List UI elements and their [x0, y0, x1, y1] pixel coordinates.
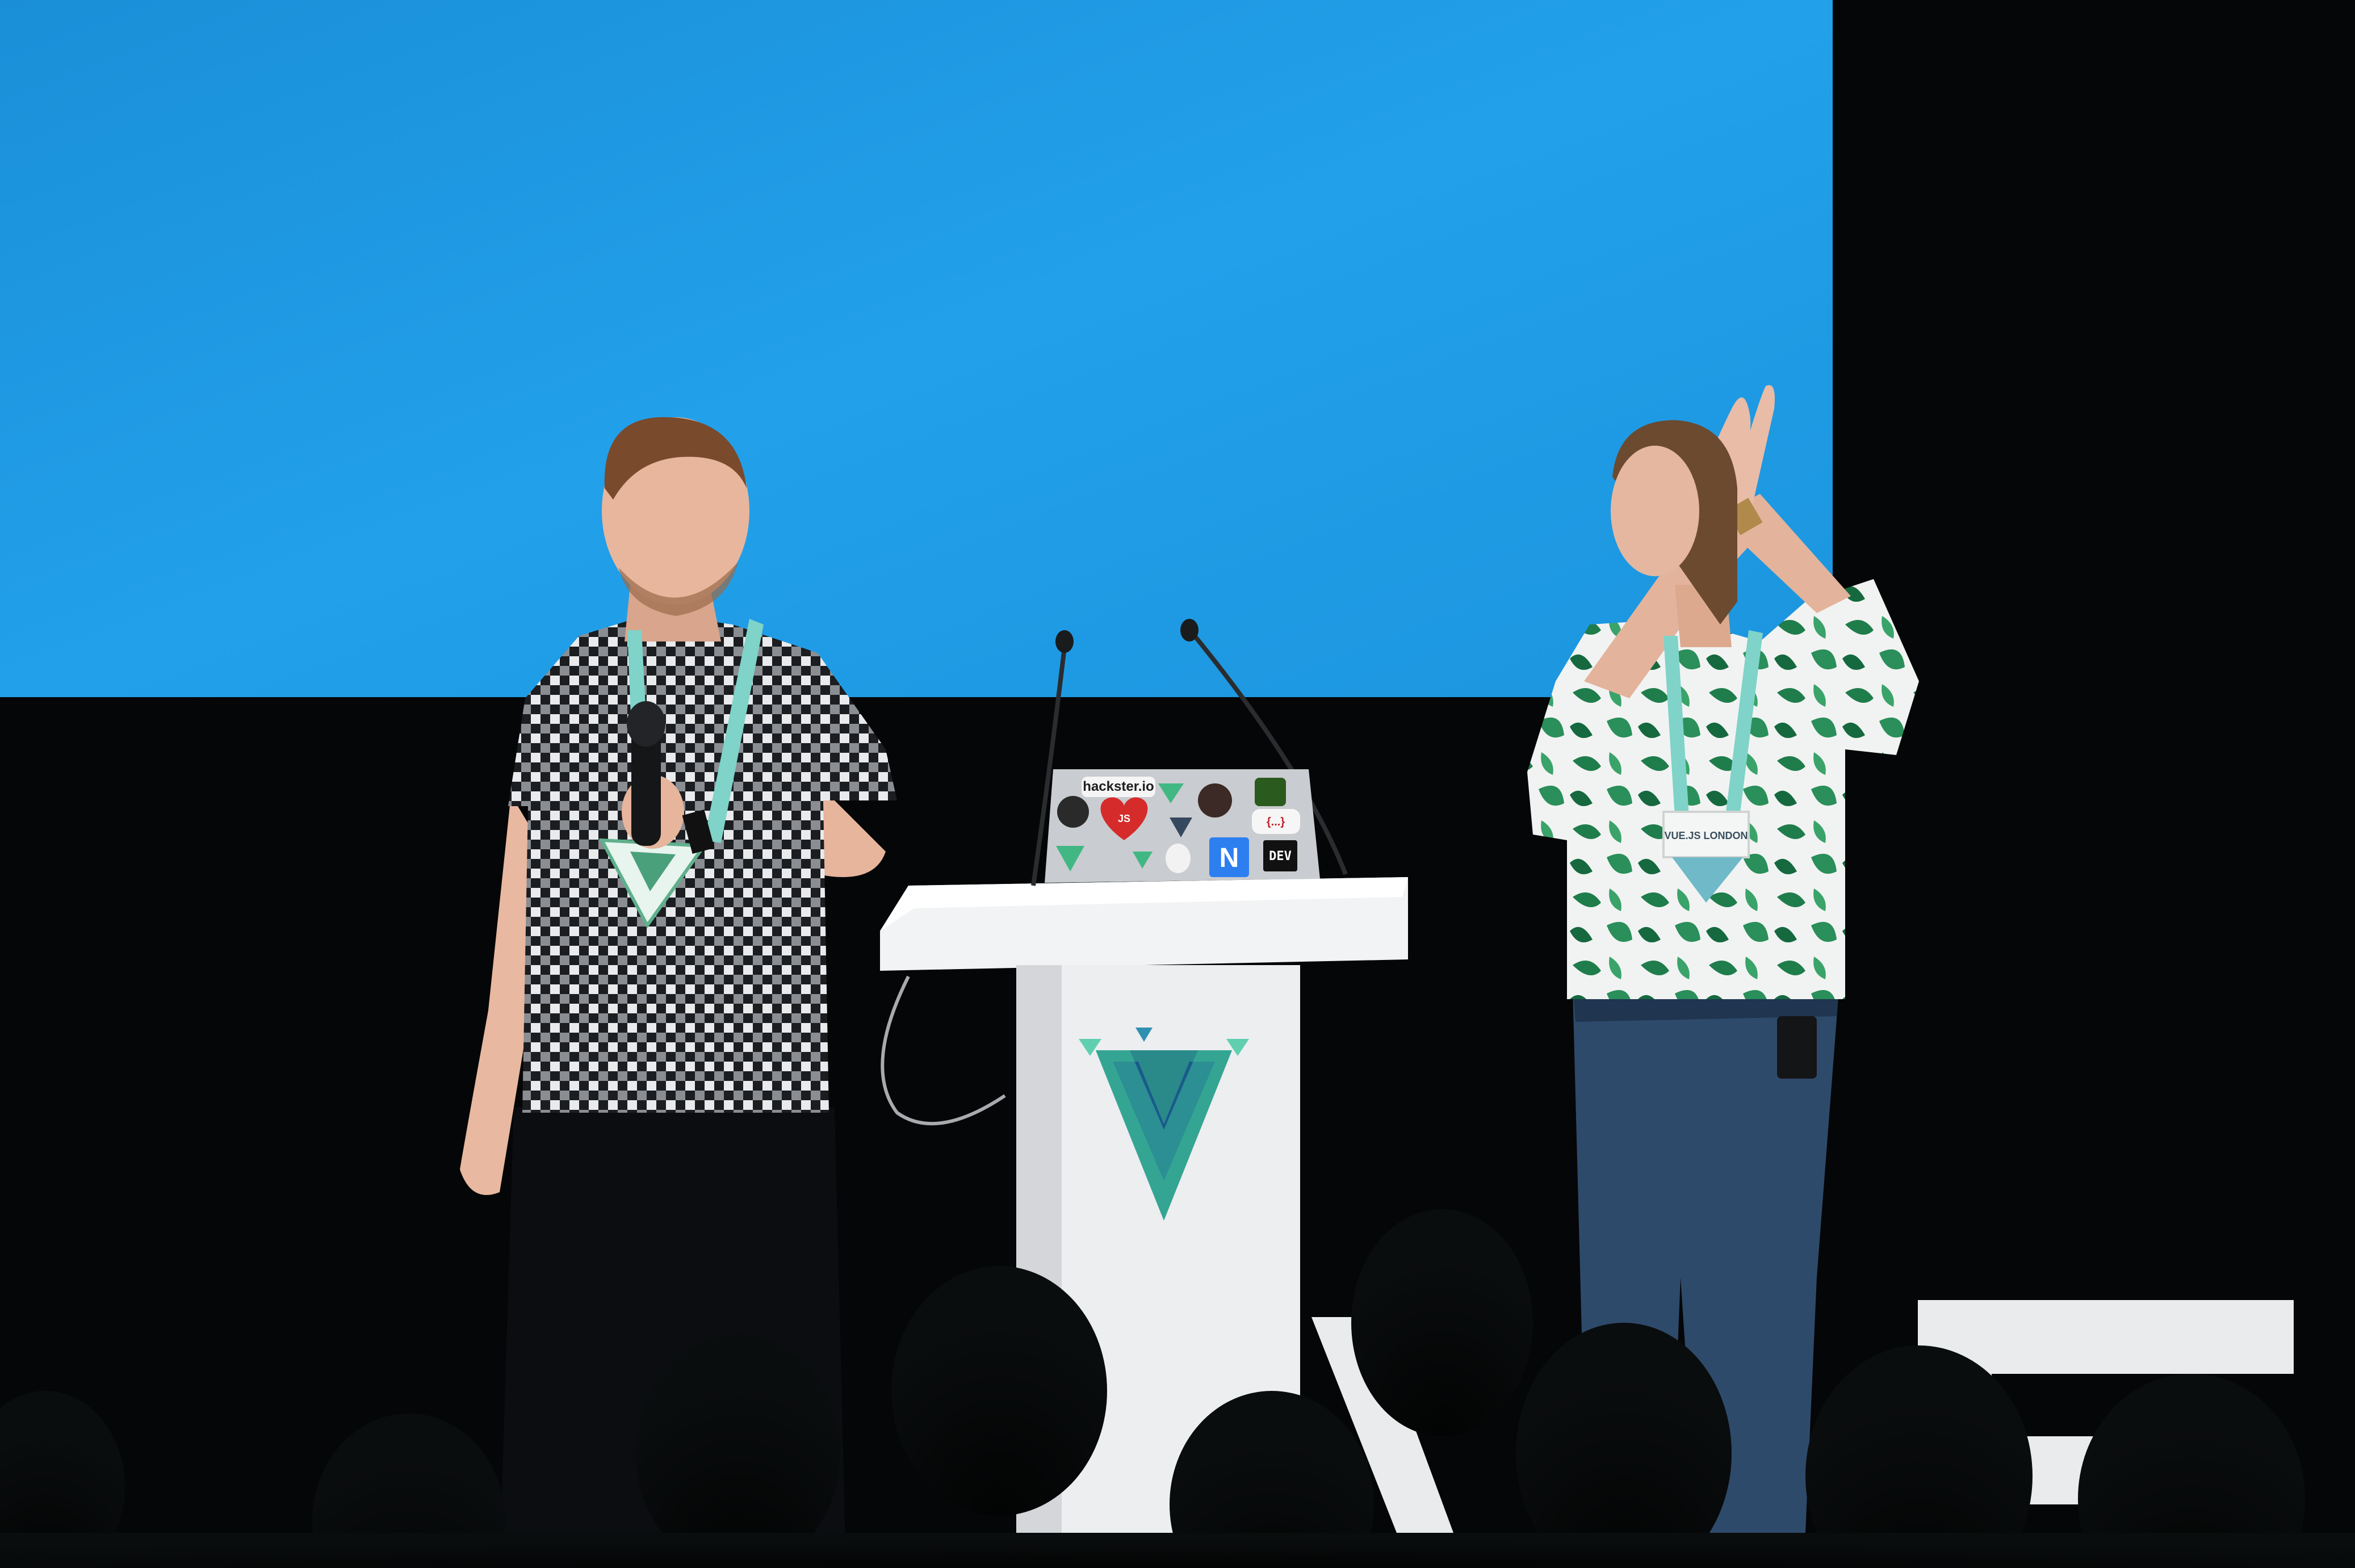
laptop: hackster.io JS {...} N DEV [1045, 769, 1320, 883]
dev-sticker-text: DEV [1269, 849, 1292, 863]
braces-sticker-text: {...} [1267, 816, 1285, 828]
mic-transmitter [1777, 1016, 1817, 1079]
badge-text: VUE.JS LONDON [1664, 830, 1748, 841]
n-sticker-text: N [1220, 843, 1239, 873]
projection-screen [0, 0, 1833, 697]
green-sticker-icon [1255, 778, 1286, 806]
conference-stage-photo: hackster.io JS {...} N DEV VUE.JS LONDON [0, 0, 2355, 1568]
apple-sticker-icon [1166, 844, 1191, 873]
octocat-sticker-icon [1198, 783, 1232, 817]
woman-head [1611, 446, 1699, 576]
raccoon-sticker-icon [1057, 796, 1089, 828]
hackster-sticker-text: hackster.io [1083, 779, 1154, 794]
js-sticker-text: JS [1118, 813, 1130, 824]
